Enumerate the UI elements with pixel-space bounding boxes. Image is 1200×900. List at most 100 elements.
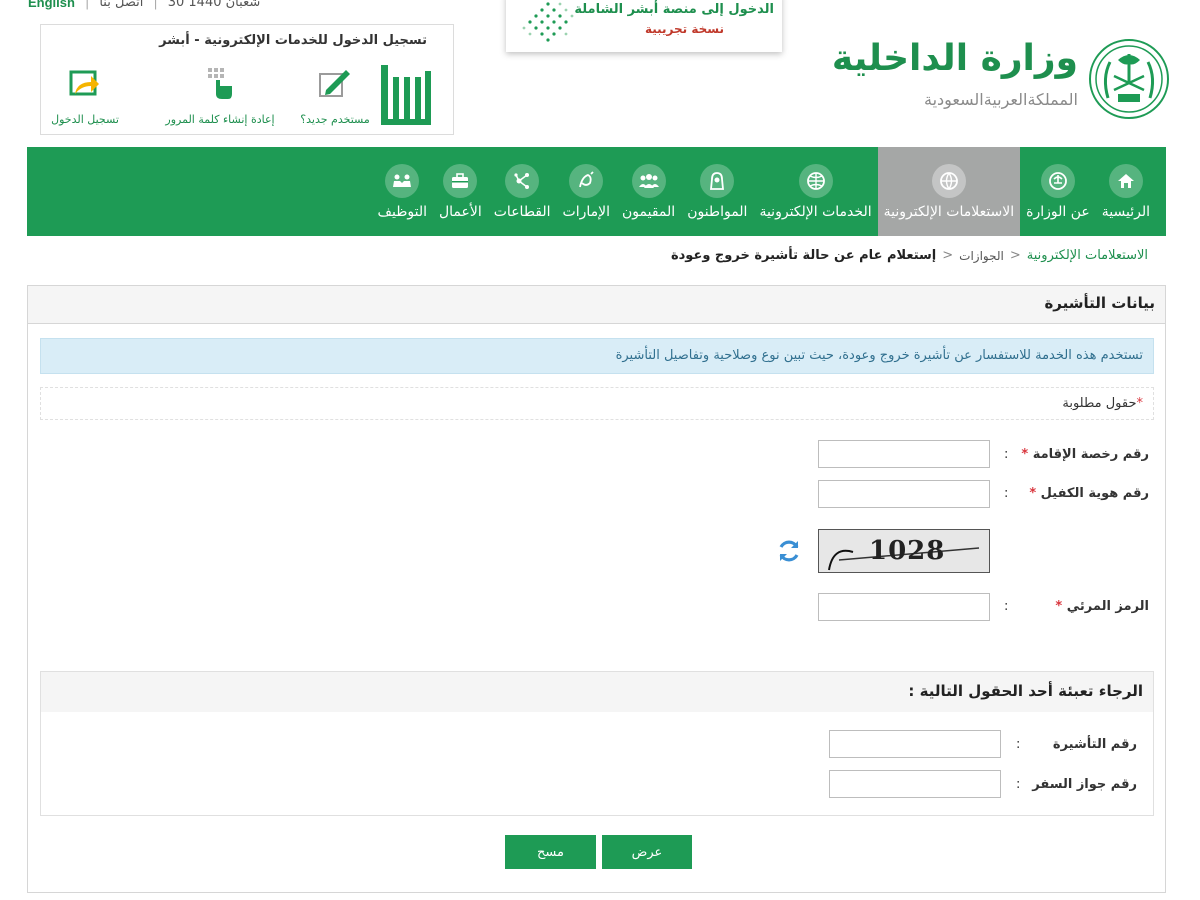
breadcrumb: الاستعلامات الإلكترونية < الجوازات < إست…: [671, 248, 1148, 263]
sectors-icon: [505, 163, 540, 198]
login-action[interactable]: تسجيل الدخول: [45, 65, 125, 135]
reset-password-action[interactable]: إعادة إنشاء كلمة المرور: [157, 65, 283, 135]
clear-button[interactable]: مسح: [505, 835, 596, 869]
emblem-icon: [1040, 163, 1075, 198]
required-note-text: حقول مطلوبة: [1062, 396, 1137, 411]
nav-item-home[interactable]: الرئيسية: [1096, 147, 1156, 236]
captcha-required-star: *: [1055, 599, 1063, 614]
sponsor-id-label: رقم هوية الكفيل *: [1029, 486, 1149, 501]
briefcase-icon: [443, 163, 478, 198]
nav-label: الأعمال: [438, 203, 482, 220]
visa-number-input[interactable]: [829, 730, 1001, 758]
visa-data-panel: بيانات التأشيرة تستخدم هذه الخدمة للاستف…: [27, 285, 1166, 893]
sponsor-required-star: *: [1029, 486, 1037, 501]
nav-item-e-inquiries[interactable]: الاستعلامات الإلكترونية: [877, 147, 1021, 236]
breadcrumb-separator: <: [1009, 248, 1021, 263]
citizen-icon: [700, 163, 735, 198]
required-note-box: *حقول مطلوبة: [40, 387, 1154, 420]
reset-password-icon: [202, 65, 238, 101]
english-link[interactable]: English: [28, 0, 75, 10]
nav-label: التوظيف: [377, 203, 427, 220]
iqama-required-star: *: [1021, 447, 1029, 462]
top-links: English | اتصل بنا | 30 شعبان 1440: [28, 0, 260, 10]
trial-banner-subtitle: نسخة تجريبية: [644, 22, 724, 36]
info-text: تستخدم هذه الخدمة للاستفسار عن تأشيرة خر…: [615, 348, 1143, 363]
separator: |: [153, 0, 158, 10]
captcha-input[interactable]: [818, 593, 990, 621]
info-alert: تستخدم هذه الخدمة للاستفسار عن تأشيرة خر…: [40, 338, 1154, 374]
globe-search-icon: [931, 163, 966, 198]
iqama-label: رقم رخصة الإقامة *: [1021, 447, 1149, 462]
absher-title: تسجيل الدخول للخدمات الإلكترونية - أبشر: [159, 33, 427, 48]
breadcrumb-e-inquiries[interactable]: الاستعلامات الإلكترونية: [1027, 248, 1148, 263]
captcha-colon: :: [1004, 599, 1009, 614]
nav-label: عن الوزارة: [1026, 203, 1090, 220]
breadcrumb-separator: <: [942, 248, 954, 263]
main-nav: الرئيسية عن الوزارة الاستعلامات الإلكترو…: [27, 147, 1166, 236]
globe-icon: [798, 163, 833, 198]
passport-colon: :: [1016, 777, 1021, 792]
sponsor-label-text: رقم هوية الكفيل: [1040, 486, 1149, 501]
nav-item-residents[interactable]: المقيمون: [616, 147, 681, 236]
nav-item-citizens[interactable]: المواطنون: [681, 147, 753, 236]
ministry-name: وزارة الداخلية: [831, 38, 1078, 79]
passport-number-label: رقم جواز السفر: [1032, 777, 1137, 792]
sponsor-id-input[interactable]: [818, 480, 990, 508]
refresh-captcha-icon[interactable]: [776, 538, 802, 564]
passport-number-input[interactable]: [829, 770, 1001, 798]
employment-icon: [385, 163, 420, 198]
nav-label: القطاعات: [493, 203, 551, 220]
emirates-icon: [569, 163, 604, 198]
nav-item-employment[interactable]: التوظيف: [372, 147, 433, 236]
absher-login-box: تسجيل الدخول للخدمات الإلكترونية - أبشر …: [40, 24, 454, 135]
nav-label: الاستعلامات الإلكترونية: [883, 203, 1015, 220]
nav-label: الإمارات: [562, 203, 611, 220]
iqama-number-input[interactable]: [818, 440, 990, 468]
separator: |: [84, 0, 90, 10]
breadcrumb-passports[interactable]: الجوازات: [959, 249, 1004, 263]
nav-item-e-services[interactable]: الخدمات الإلكترونية: [753, 147, 877, 236]
new-user-icon: [317, 65, 353, 101]
nav-item-emirates[interactable]: الإمارات: [557, 147, 616, 236]
panel-title: بيانات التأشيرة: [1044, 294, 1155, 312]
reset-password-label[interactable]: إعادة إنشاء كلمة المرور: [165, 113, 274, 126]
contact-link[interactable]: اتصل بنا: [99, 0, 143, 10]
residents-icon: [631, 163, 666, 198]
required-star: *: [1136, 396, 1144, 411]
visa-number-label: رقم التأشيرة: [1052, 737, 1137, 752]
either-fields-title: الرجاء تعبئة أحد الحقول التالية :: [908, 682, 1143, 700]
show-button[interactable]: عرض: [602, 835, 692, 869]
sponsor-colon: :: [1004, 486, 1009, 501]
nav-item-about[interactable]: عن الوزارة: [1020, 147, 1096, 236]
nav-item-sectors[interactable]: القطاعات: [488, 147, 557, 236]
iqama-colon: :: [1004, 447, 1009, 462]
nav-label: المواطنون: [687, 203, 748, 220]
country-name: المملكةالعربيةالسعودية: [924, 90, 1078, 109]
either-fields-panel: الرجاء تعبئة أحد الحقول التالية : رقم ال…: [40, 671, 1154, 816]
panel-header: بيانات التأشيرة: [28, 286, 1165, 324]
saudi-emblem-icon: [1088, 38, 1170, 120]
required-note: *حقول مطلوبة: [1062, 396, 1143, 411]
captcha-label: الرمز المرئي *: [1055, 599, 1149, 614]
ministry-logo[interactable]: وزارة الداخلية المملكةالعربيةالسعودية: [832, 34, 1170, 124]
captcha-code: 1028: [869, 536, 946, 566]
captcha-image: 1028: [818, 529, 990, 573]
nav-label: الخدمات الإلكترونية: [759, 203, 872, 220]
nav-label: المقيمون: [622, 203, 676, 220]
iqama-label-text: رقم رخصة الإقامة: [1032, 447, 1149, 462]
login-label[interactable]: تسجيل الدخول: [51, 113, 119, 126]
captcha-label-text: الرمز المرئي: [1066, 599, 1149, 614]
visa-colon: :: [1016, 737, 1021, 752]
nav-label: الرئيسية: [1101, 203, 1150, 220]
nav-item-business[interactable]: الأعمال: [433, 147, 488, 236]
new-user-action[interactable]: مستخدم جديد؟: [300, 65, 370, 135]
either-fields-header: الرجاء تعبئة أحد الحقول التالية :: [41, 672, 1153, 712]
dotted-logo-icon: [518, 0, 578, 46]
breadcrumb-current: إستعلام عام عن حالة تأشيرة خروج وعودة: [670, 248, 937, 263]
new-user-label[interactable]: مستخدم جديد؟: [300, 113, 369, 126]
trial-banner-title[interactable]: الدخول إلى منصة أبشر الشاملة: [574, 2, 774, 17]
absher-logo[interactable]: [379, 57, 433, 129]
login-icon: [67, 65, 103, 101]
home-icon: [1108, 163, 1143, 198]
trial-banner[interactable]: الدخول إلى منصة أبشر الشاملة نسخة تجريبي…: [506, 0, 782, 52]
